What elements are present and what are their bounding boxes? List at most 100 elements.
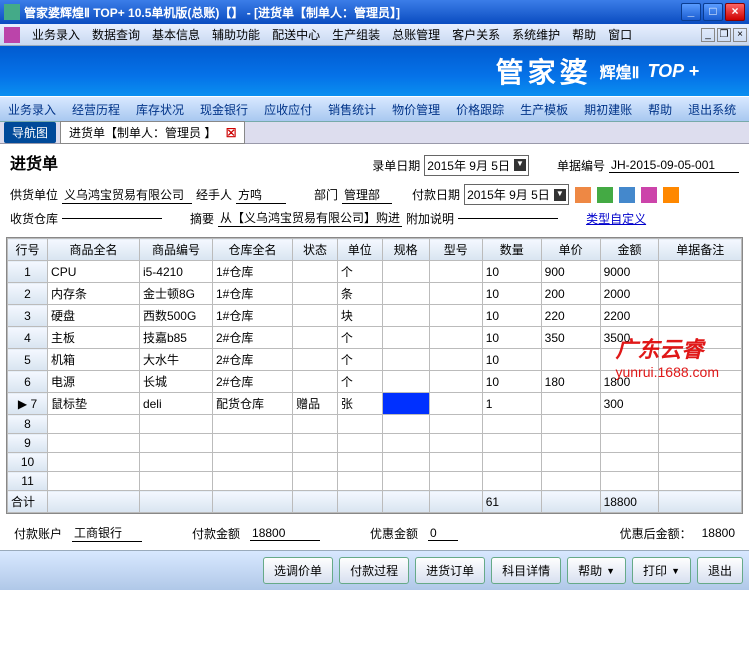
doc-no-value[interactable]: JH-2015-09-05-001	[609, 158, 739, 173]
pay-acct-value[interactable]: 工商银行	[72, 524, 142, 542]
btn-help[interactable]: 帮助▼	[567, 557, 626, 584]
cell[interactable]	[541, 349, 600, 371]
cell[interactable]	[139, 434, 212, 453]
supplier-value[interactable]: 义乌鸿宝贸易有限公司	[62, 186, 192, 204]
col-header[interactable]: 单位	[337, 239, 382, 261]
dropdown-icon[interactable]: ▼	[554, 189, 566, 201]
cell[interactable]: 条	[337, 283, 382, 305]
summary-value[interactable]: 从【义乌鸿宝贸易有限公司】购进	[218, 209, 402, 227]
cell[interactable]	[429, 453, 482, 472]
menu-sys[interactable]: 系统维护	[506, 23, 566, 46]
table-row[interactable]: 1CPUi5-42101#仓库个109009000	[8, 261, 742, 283]
col-header[interactable]: 规格	[382, 239, 429, 261]
cell[interactable]: 3500	[600, 327, 659, 349]
tb-price[interactable]: 物价管理	[384, 97, 448, 122]
cell[interactable]	[429, 434, 482, 453]
cell[interactable]	[429, 393, 482, 415]
col-header[interactable]: 数量	[482, 239, 541, 261]
col-header[interactable]: 仓库全名	[212, 239, 292, 261]
cell[interactable]	[541, 415, 600, 434]
cell[interactable]	[212, 453, 292, 472]
cell[interactable]	[600, 415, 659, 434]
tb-help[interactable]: 帮助	[640, 97, 680, 122]
dept-value[interactable]: 管理部	[342, 186, 392, 204]
cell[interactable]	[48, 453, 140, 472]
cell[interactable]	[293, 261, 338, 283]
handler-value[interactable]: 方鸣	[236, 186, 286, 204]
col-header[interactable]: 型号	[429, 239, 482, 261]
cell[interactable]: 鼠标垫	[48, 393, 140, 415]
cell[interactable]	[429, 371, 482, 393]
btn-subject-detail[interactable]: 科目详情	[491, 557, 561, 584]
cell[interactable]	[659, 415, 742, 434]
cell[interactable]: 大水牛	[139, 349, 212, 371]
cell[interactable]	[212, 415, 292, 434]
menu-help[interactable]: 帮助	[566, 23, 602, 46]
table-row[interactable]: 2内存条金士顿8G1#仓库条102002000	[8, 283, 742, 305]
col-header[interactable]: 商品全名	[48, 239, 140, 261]
tb-arap[interactable]: 应收应付	[256, 97, 320, 122]
cell[interactable]	[541, 393, 600, 415]
cell[interactable]	[382, 472, 429, 491]
btn-exit[interactable]: 退出	[697, 557, 743, 584]
cell[interactable]	[429, 305, 482, 327]
grid[interactable]: 行号商品全名商品编号仓库全名状态单位规格型号数量单价金额单据备注1CPUi5-4…	[6, 237, 743, 514]
cell[interactable]: 900	[541, 261, 600, 283]
cell[interactable]	[600, 472, 659, 491]
cell[interactable]: 块	[337, 305, 382, 327]
cell[interactable]: 金士顿8G	[139, 283, 212, 305]
cell[interactable]	[293, 371, 338, 393]
attach-value[interactable]	[458, 218, 558, 219]
cell[interactable]: 300	[600, 393, 659, 415]
cell[interactable]	[337, 453, 382, 472]
cell[interactable]: CPU	[48, 261, 140, 283]
cell[interactable]	[659, 434, 742, 453]
cell[interactable]	[382, 434, 429, 453]
cell[interactable]: 1800	[600, 371, 659, 393]
tb-track[interactable]: 价格跟踪	[448, 97, 512, 122]
cell[interactable]	[541, 434, 600, 453]
cell[interactable]	[382, 283, 429, 305]
cell[interactable]	[293, 415, 338, 434]
selected-cell[interactable]	[382, 393, 429, 415]
menu-delivery[interactable]: 配送中心	[266, 23, 326, 46]
tab-doc[interactable]: 进货单【制单人：管理员 】 ☒	[60, 121, 245, 144]
cell[interactable]: 配货仓库	[212, 393, 292, 415]
cell[interactable]	[600, 349, 659, 371]
col-header[interactable]: 金额	[600, 239, 659, 261]
toolbar-icon-3[interactable]	[619, 187, 635, 203]
cell[interactable]: 10	[482, 371, 541, 393]
cell[interactable]	[429, 327, 482, 349]
cell[interactable]: 西数500G	[139, 305, 212, 327]
cell[interactable]	[48, 434, 140, 453]
menu-basic[interactable]: 基本信息	[146, 23, 206, 46]
cell[interactable]	[382, 327, 429, 349]
cell[interactable]	[293, 305, 338, 327]
cell[interactable]	[212, 472, 292, 491]
cell[interactable]	[382, 371, 429, 393]
cell[interactable]: 技嘉b85	[139, 327, 212, 349]
cell[interactable]	[293, 472, 338, 491]
table-row[interactable]: ▶ 7鼠标垫deli配货仓库赠品张1300	[8, 393, 742, 415]
cell[interactable]: 个	[337, 327, 382, 349]
cell[interactable]	[293, 283, 338, 305]
table-row[interactable]: 8	[8, 415, 742, 434]
cell[interactable]: 机箱	[48, 349, 140, 371]
cell[interactable]: 2000	[600, 283, 659, 305]
toolbar-icon-5[interactable]	[663, 187, 679, 203]
cell[interactable]: 10	[482, 349, 541, 371]
cell[interactable]	[337, 415, 382, 434]
table-row[interactable]: 9	[8, 434, 742, 453]
cell[interactable]	[659, 305, 742, 327]
menu-ledger[interactable]: 总账管理	[386, 23, 446, 46]
table-row[interactable]: 11	[8, 472, 742, 491]
cell[interactable]: 2#仓库	[212, 371, 292, 393]
col-header[interactable]: 商品编号	[139, 239, 212, 261]
cell[interactable]: 350	[541, 327, 600, 349]
tb-init[interactable]: 期初建账	[576, 97, 640, 122]
btn-print[interactable]: 打印▼	[632, 557, 691, 584]
cell[interactable]	[382, 415, 429, 434]
col-header[interactable]: 单据备注	[659, 239, 742, 261]
close-button[interactable]: ×	[725, 3, 745, 21]
menu-business[interactable]: 业务录入	[26, 23, 86, 46]
